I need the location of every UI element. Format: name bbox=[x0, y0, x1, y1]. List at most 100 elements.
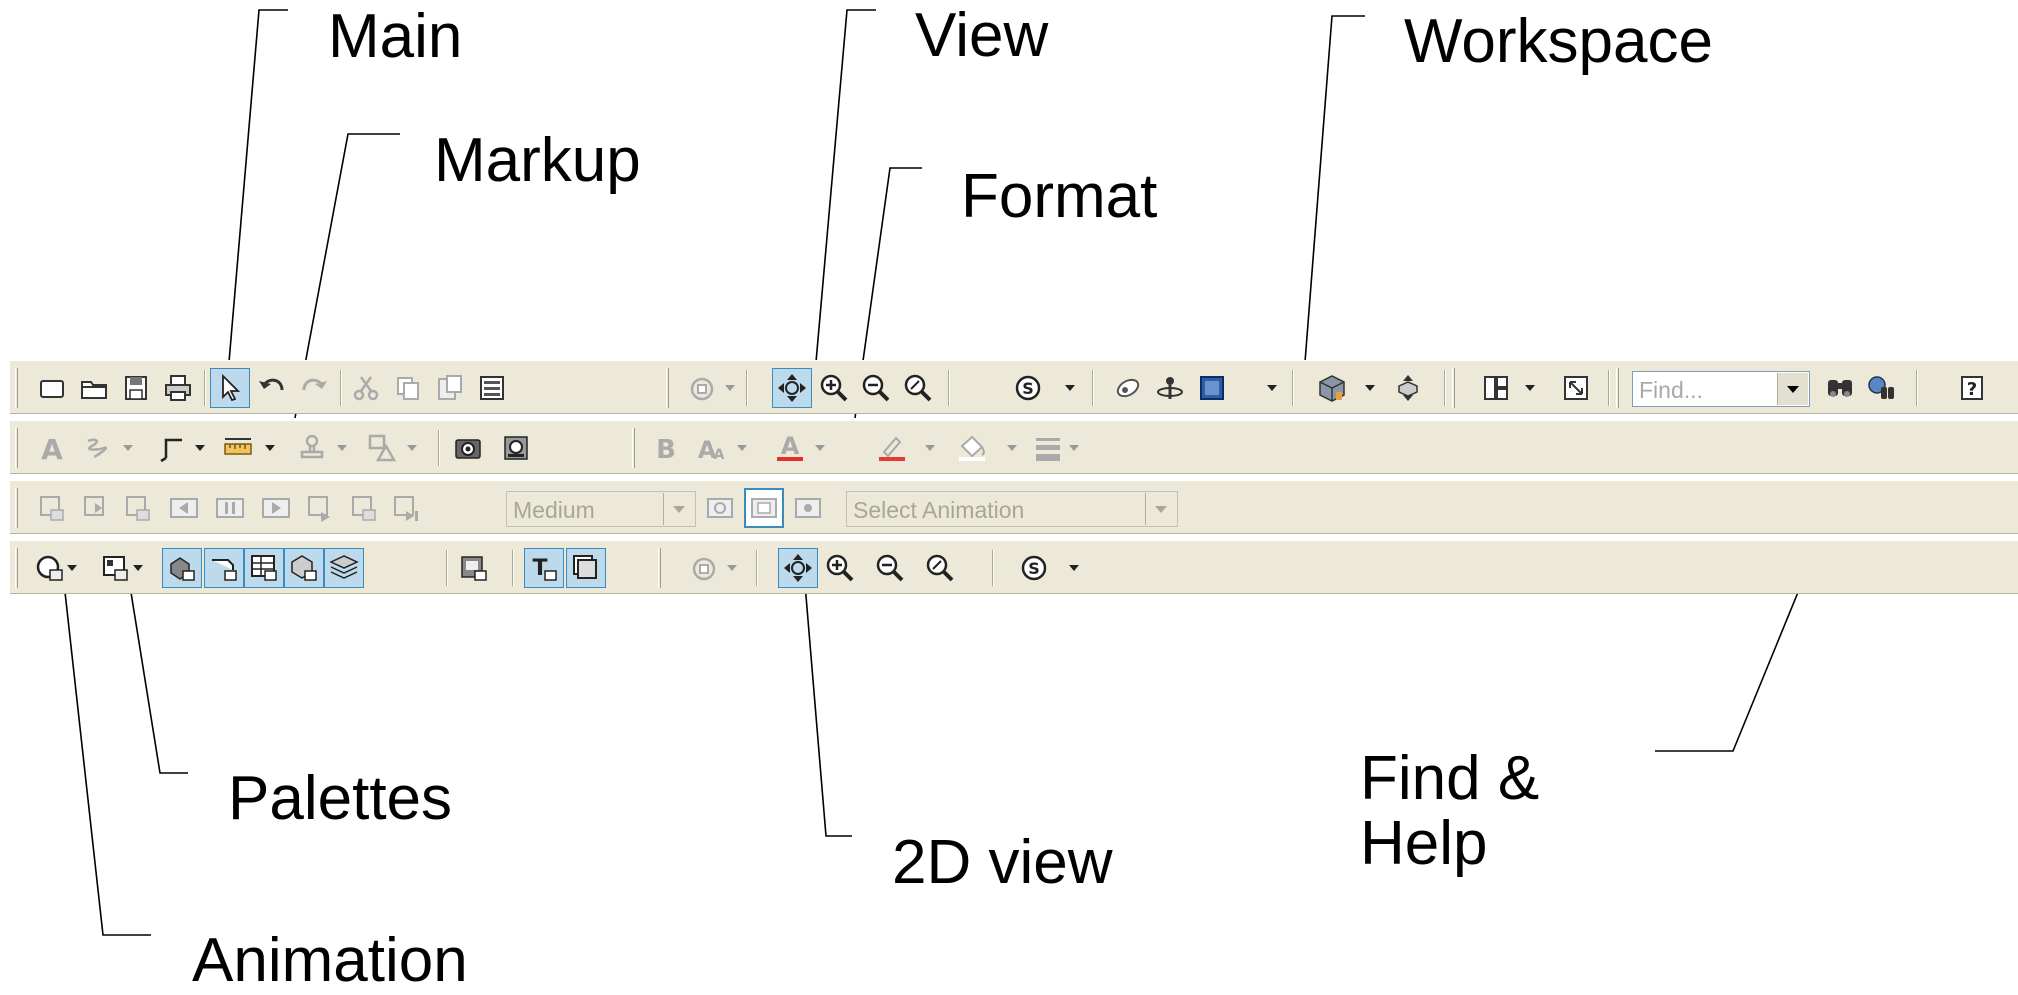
web-search-icon[interactable] bbox=[1862, 368, 1902, 408]
sheets-palette-icon[interactable] bbox=[204, 548, 244, 588]
orbit-icon[interactable]: S bbox=[1008, 368, 1048, 408]
animation-last-icon[interactable] bbox=[344, 488, 384, 528]
shapes-dropdown-arrow[interactable] bbox=[404, 428, 420, 468]
toolbar-grip[interactable] bbox=[666, 368, 669, 408]
text-markup-icon[interactable]: A bbox=[32, 428, 72, 468]
tile-windows-icon[interactable] bbox=[1476, 368, 1516, 408]
toolbar-grip[interactable] bbox=[15, 368, 18, 408]
line-color-icon[interactable] bbox=[872, 428, 912, 468]
tile-windows-dropdown-arrow[interactable] bbox=[1522, 368, 1538, 408]
toolbar-grip[interactable] bbox=[658, 548, 661, 588]
animation-ping-pong-icon[interactable] bbox=[744, 488, 784, 528]
measure-dropdown-arrow[interactable] bbox=[262, 428, 278, 468]
full-screen-icon[interactable] bbox=[1556, 368, 1596, 408]
look-icon[interactable] bbox=[1108, 368, 1148, 408]
line-weight-dropdown-arrow[interactable] bbox=[1066, 428, 1082, 468]
animation-end-icon[interactable] bbox=[386, 488, 426, 528]
animation-rewind-icon[interactable] bbox=[164, 488, 204, 528]
measure-icon[interactable] bbox=[218, 428, 258, 468]
animation-play-icon[interactable] bbox=[256, 488, 296, 528]
markup-list-icon[interactable] bbox=[496, 428, 536, 468]
select-animation-dropdown-arrow[interactable] bbox=[1145, 493, 1176, 525]
redo-icon[interactable] bbox=[294, 368, 334, 408]
orbit-2d-dropdown-arrow[interactable] bbox=[1066, 548, 1082, 588]
font-color-dropdown-arrow[interactable] bbox=[812, 428, 828, 468]
freehand-dropdown-arrow[interactable] bbox=[120, 428, 136, 468]
fill-color-dropdown-arrow[interactable] bbox=[1004, 428, 1020, 468]
font-color-icon[interactable]: A bbox=[770, 428, 810, 468]
bold-icon[interactable]: B bbox=[646, 428, 686, 468]
animation-speed-select[interactable]: Medium bbox=[506, 491, 696, 527]
stamp-dropdown-arrow[interactable] bbox=[334, 428, 350, 468]
cut-icon[interactable] bbox=[346, 368, 386, 408]
toolbar-grip[interactable] bbox=[632, 428, 635, 468]
zoom-out-2d-icon[interactable] bbox=[870, 548, 910, 588]
turntable-dropdown-arrow[interactable] bbox=[722, 368, 738, 408]
explode-icon[interactable] bbox=[1388, 368, 1428, 408]
save-icon[interactable] bbox=[116, 368, 156, 408]
view-cube-icon[interactable] bbox=[1192, 368, 1232, 408]
toolbar-grip[interactable] bbox=[15, 488, 18, 528]
animation-palette-dropdown-arrow[interactable] bbox=[64, 548, 80, 588]
animation-camera-icon[interactable] bbox=[788, 488, 828, 528]
animation-loop-icon[interactable] bbox=[700, 488, 740, 528]
print-icon[interactable] bbox=[158, 368, 198, 408]
turntable-2d-icon[interactable] bbox=[684, 548, 724, 588]
layers-palette-icon[interactable] bbox=[324, 548, 364, 588]
zoom-window-2d-icon[interactable] bbox=[920, 548, 960, 588]
model-explorer-dropdown-arrow[interactable] bbox=[1362, 368, 1378, 408]
stamp-icon[interactable] bbox=[292, 428, 332, 468]
pan-2d-icon[interactable] bbox=[778, 548, 818, 588]
toolbar-grip[interactable] bbox=[1616, 368, 1619, 408]
font-size-dropdown-arrow[interactable] bbox=[734, 428, 750, 468]
thumbnail-palette-icon[interactable] bbox=[454, 548, 494, 588]
animation-speed-dropdown-arrow[interactable] bbox=[663, 493, 694, 525]
fill-color-icon[interactable] bbox=[952, 428, 992, 468]
grid-palette-icon[interactable] bbox=[244, 548, 284, 588]
view-cube-dropdown-arrow[interactable] bbox=[1264, 368, 1280, 408]
orbit-2d-icon[interactable]: S bbox=[1014, 548, 1054, 588]
animation-pause-icon[interactable] bbox=[210, 488, 250, 528]
line-weight-icon[interactable] bbox=[1028, 428, 1068, 468]
text-palette-icon[interactable]: T bbox=[524, 548, 564, 588]
copy-icon[interactable] bbox=[388, 368, 428, 408]
views-palette-icon[interactable] bbox=[284, 548, 324, 588]
orbit-dropdown-arrow[interactable] bbox=[1062, 368, 1078, 408]
zoom-in-2d-icon[interactable] bbox=[820, 548, 860, 588]
callout-markup-icon[interactable] bbox=[152, 428, 192, 468]
turntable-2d-dropdown-arrow[interactable] bbox=[724, 548, 740, 588]
help-icon[interactable]: ? bbox=[1952, 368, 1992, 408]
pan-icon[interactable] bbox=[772, 368, 812, 408]
select-pointer-icon[interactable] bbox=[210, 368, 250, 408]
paste-icon[interactable] bbox=[430, 368, 470, 408]
find-binoculars-icon[interactable] bbox=[1820, 368, 1860, 408]
animation-record-icon[interactable] bbox=[32, 488, 72, 528]
find-input[interactable]: Find... bbox=[1632, 371, 1810, 407]
shapes-icon[interactable] bbox=[362, 428, 402, 468]
snapshot-icon[interactable] bbox=[448, 428, 488, 468]
properties-palette-dropdown-arrow[interactable] bbox=[130, 548, 146, 588]
callout-markup-dropdown-arrow[interactable] bbox=[192, 428, 208, 468]
open-folder-icon[interactable] bbox=[74, 368, 114, 408]
new-icon[interactable] bbox=[32, 368, 72, 408]
toolbar-grip[interactable] bbox=[1452, 368, 1455, 408]
zoom-window-icon[interactable] bbox=[898, 368, 938, 408]
toolbar-grip[interactable] bbox=[15, 548, 18, 588]
undo-icon[interactable] bbox=[252, 368, 292, 408]
find-dropdown-arrow[interactable] bbox=[1777, 373, 1808, 405]
line-color-dropdown-arrow[interactable] bbox=[922, 428, 938, 468]
turntable-icon[interactable] bbox=[682, 368, 722, 408]
zoom-out-icon[interactable] bbox=[856, 368, 896, 408]
sheet-set-palette-icon[interactable] bbox=[566, 548, 606, 588]
freehand-icon[interactable] bbox=[78, 428, 118, 468]
select-animation-select[interactable]: Select Animation bbox=[846, 491, 1178, 527]
toolbar-grip[interactable] bbox=[15, 428, 18, 468]
font-size-icon[interactable]: AA bbox=[692, 428, 732, 468]
model-palette-icon[interactable] bbox=[162, 548, 202, 588]
walk-icon[interactable] bbox=[1150, 368, 1190, 408]
animation-prev-keyframe-icon[interactable] bbox=[118, 488, 158, 528]
sheet-list-icon[interactable] bbox=[472, 368, 512, 408]
animation-next-keyframe-icon[interactable] bbox=[300, 488, 340, 528]
animation-first-icon[interactable] bbox=[76, 488, 116, 528]
zoom-in-icon[interactable] bbox=[814, 368, 854, 408]
